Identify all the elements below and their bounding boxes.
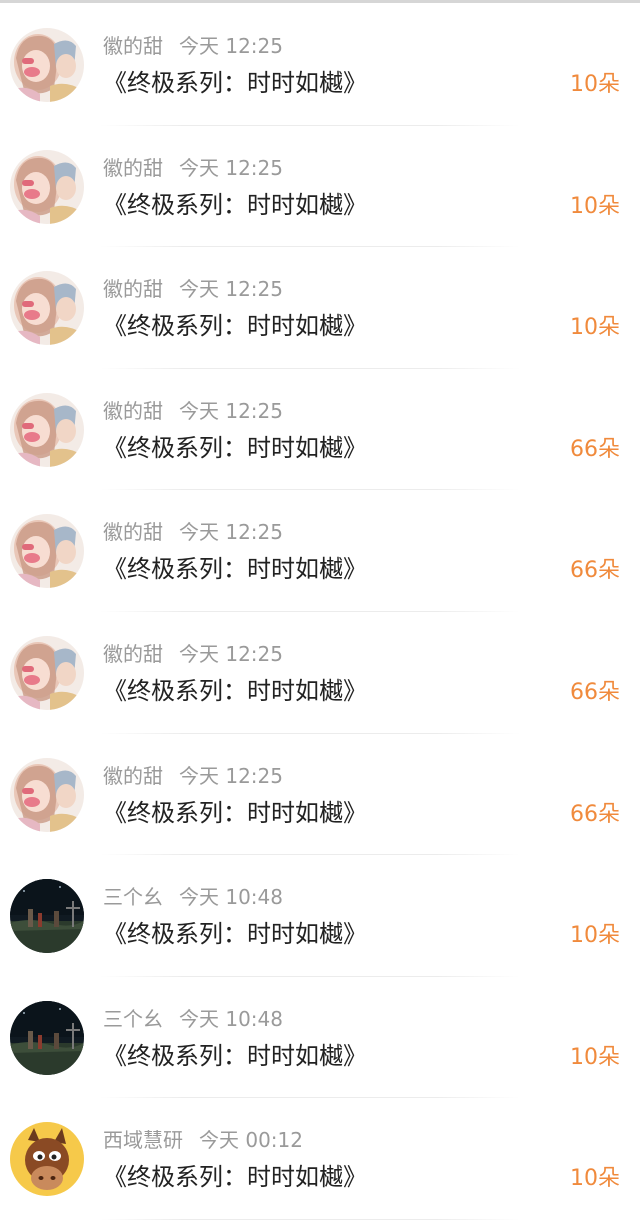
night-scene-avatar[interactable] — [10, 1000, 84, 1075]
gift-time: 今天 12:25 — [179, 398, 283, 423]
list-item[interactable]: 徽的甜 今天 12:25 《终极系列：时时如樾》 66朵 — [0, 612, 640, 734]
night-scene-avatar[interactable] — [10, 879, 84, 954]
anime-girl-avatar-icon — [10, 635, 84, 710]
user-name[interactable]: 徽的甜 — [103, 399, 163, 423]
gift-meta: 徽的甜 今天 12:25 — [103, 275, 283, 303]
user-name[interactable]: 徽的甜 — [103, 642, 163, 666]
cartoon-horse-avatar[interactable] — [10, 1122, 84, 1197]
gift-amount: 66朵 — [570, 801, 620, 827]
user-name[interactable]: 徽的甜 — [103, 764, 163, 788]
list-item[interactable]: 徽的甜 今天 12:25 《终极系列：时时如樾》 66朵 — [0, 734, 640, 856]
gift-time: 今天 12:25 — [179, 763, 283, 788]
book-title[interactable]: 《终极系列：时时如樾》 — [103, 552, 367, 586]
night-scene-avatar-icon — [10, 1000, 84, 1075]
gift-meta: 三个幺 今天 10:48 — [103, 1005, 283, 1033]
anime-girl-avatar[interactable] — [10, 392, 84, 467]
user-name[interactable]: 徽的甜 — [103, 156, 163, 180]
book-title[interactable]: 《终极系列：时时如樾》 — [103, 1160, 367, 1194]
anime-girl-avatar[interactable] — [10, 28, 84, 102]
user-name[interactable]: 三个幺 — [103, 1007, 163, 1031]
list-item[interactable]: 三个幺 今天 10:48 《终极系列：时时如樾》 10朵 — [0, 977, 640, 1099]
book-title[interactable]: 《终极系列：时时如樾》 — [103, 188, 367, 222]
user-name[interactable]: 西域慧研 — [103, 1128, 183, 1152]
gift-amount: 66朵 — [570, 679, 620, 705]
anime-girl-avatar[interactable] — [10, 271, 84, 346]
anime-girl-avatar[interactable] — [10, 514, 84, 589]
list-item[interactable]: 徽的甜 今天 12:25 《终极系列：时时如樾》 10朵 — [0, 4, 640, 126]
anime-girl-avatar[interactable] — [10, 149, 84, 224]
book-title[interactable]: 《终极系列：时时如樾》 — [103, 431, 367, 465]
gift-time: 今天 12:25 — [179, 520, 283, 545]
user-name[interactable]: 三个幺 — [103, 885, 163, 909]
gift-meta: 徽的甜 今天 12:25 — [103, 32, 283, 60]
list-item[interactable]: 三个幺 今天 10:48 《终极系列：时时如樾》 10朵 — [0, 855, 640, 977]
anime-girl-avatar-icon — [10, 271, 84, 346]
gift-meta: 徽的甜 今天 12:25 — [103, 640, 283, 668]
book-title[interactable]: 《终极系列：时时如樾》 — [103, 1039, 367, 1073]
anime-girl-avatar-icon — [10, 28, 84, 102]
gift-meta: 徽的甜 今天 12:25 — [103, 154, 283, 182]
gift-time: 今天 00:12 — [199, 1128, 303, 1153]
gift-amount: 10朵 — [570, 1166, 620, 1192]
list-item[interactable]: 徽的甜 今天 12:25 《终极系列：时时如樾》 66朵 — [0, 490, 640, 612]
anime-girl-avatar-icon — [10, 757, 84, 832]
book-title[interactable]: 《终极系列：时时如樾》 — [103, 674, 367, 708]
gift-meta: 徽的甜 今天 12:25 — [103, 518, 283, 546]
book-title[interactable]: 《终极系列：时时如樾》 — [103, 309, 367, 343]
anime-girl-avatar[interactable] — [10, 757, 84, 832]
list-item[interactable]: 徽的甜 今天 12:25 《终极系列：时时如樾》 66朵 — [0, 369, 640, 491]
gift-amount: 10朵 — [570, 923, 620, 949]
anime-girl-avatar-icon — [10, 392, 84, 467]
gift-list: 徽的甜 今天 12:25 《终极系列：时时如樾》 10朵 徽的甜 今天 12:25 … — [0, 4, 640, 1220]
book-title[interactable]: 《终极系列：时时如樾》 — [103, 917, 367, 951]
night-scene-avatar-icon — [10, 879, 84, 954]
gift-time: 今天 12:25 — [179, 155, 283, 180]
gift-meta: 三个幺 今天 10:48 — [103, 883, 283, 911]
gift-meta: 西域慧研 今天 00:12 — [103, 1126, 303, 1154]
anime-girl-avatar-icon — [10, 149, 84, 224]
gift-amount: 10朵 — [570, 72, 620, 97]
gift-time: 今天 12:25 — [179, 277, 283, 302]
gift-amount: 10朵 — [570, 1044, 620, 1070]
gift-time: 今天 12:25 — [179, 641, 283, 666]
list-item[interactable]: 西域慧研 今天 00:12 《终极系列：时时如樾》 10朵 — [0, 1098, 640, 1220]
cartoon-horse-avatar-icon — [10, 1122, 84, 1197]
anime-girl-avatar-icon — [10, 514, 84, 589]
gift-amount: 10朵 — [570, 315, 620, 341]
user-name[interactable]: 徽的甜 — [103, 520, 163, 544]
gift-amount: 10朵 — [570, 193, 620, 219]
gift-amount: 66朵 — [570, 436, 620, 462]
list-item[interactable]: 徽的甜 今天 12:25 《终极系列：时时如樾》 10朵 — [0, 247, 640, 369]
book-title[interactable]: 《终极系列：时时如樾》 — [103, 66, 367, 100]
gift-meta: 徽的甜 今天 12:25 — [103, 397, 283, 425]
user-name[interactable]: 徽的甜 — [103, 277, 163, 301]
user-name[interactable]: 徽的甜 — [103, 34, 163, 58]
gift-time: 今天 12:25 — [179, 34, 283, 58]
gift-meta: 徽的甜 今天 12:25 — [103, 762, 283, 790]
top-border — [0, 0, 640, 3]
list-item[interactable]: 徽的甜 今天 12:25 《终极系列：时时如樾》 10朵 — [0, 126, 640, 248]
gift-time: 今天 10:48 — [179, 1006, 283, 1031]
book-title[interactable]: 《终极系列：时时如樾》 — [103, 796, 367, 830]
anime-girl-avatar[interactable] — [10, 635, 84, 710]
gift-amount: 66朵 — [570, 558, 620, 584]
gift-time: 今天 10:48 — [179, 885, 283, 910]
